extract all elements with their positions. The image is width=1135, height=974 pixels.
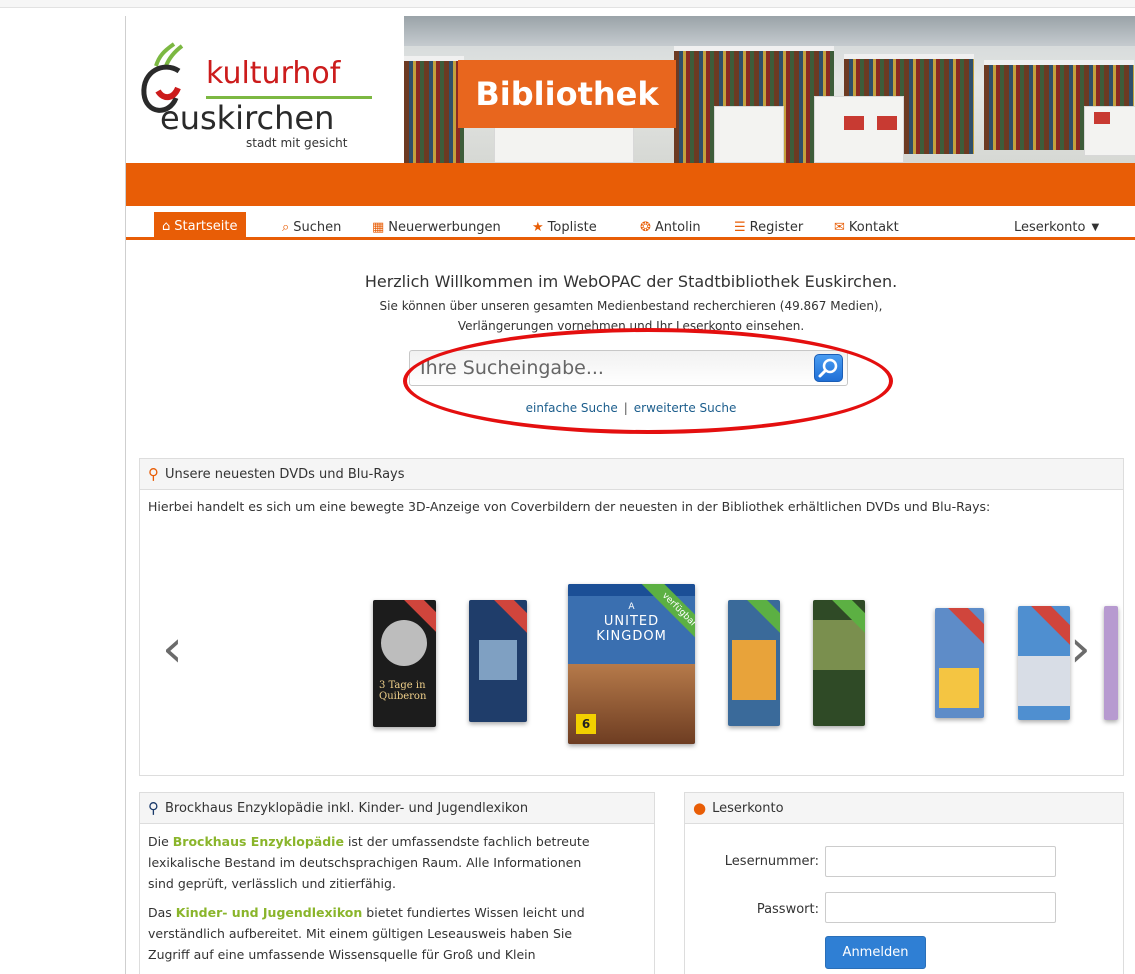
- leserkonto-panel-header: ● Leserkonto: [685, 793, 1123, 824]
- dvd-cover[interactable]: 3 Tage in Quiberon: [373, 600, 436, 727]
- nav-label: Kontakt: [848, 219, 899, 235]
- cover-title: 3 Tage in Quiberon: [379, 680, 427, 702]
- login-button[interactable]: Anmelden: [825, 936, 926, 969]
- featured-title-line-2: KINGDOM: [596, 629, 667, 644]
- library-banner-image: Bibliothek: [404, 16, 1135, 163]
- brockhaus-panel-header: ⚲ Brockhaus Enzyklopädie inkl. Kinder- u…: [140, 793, 654, 824]
- search-icon: ⌕: [282, 219, 290, 235]
- jugendlexikon-link[interactable]: Kinder- und Jugendlexikon: [176, 905, 363, 920]
- nav-leserkonto-dropdown[interactable]: Leserkonto ▼: [1006, 214, 1107, 240]
- nav-label: Topliste: [547, 219, 597, 235]
- featured-dvd-cover[interactable]: A UNITED KINGDOM 6 verfügbar: [568, 584, 695, 744]
- carousel-prev-arrow[interactable]: ‹: [162, 619, 183, 679]
- passwort-label: Passwort:: [756, 902, 819, 917]
- brockhaus-paragraph-1: Die Brockhaus Enzyklopädie ist der umfas…: [148, 834, 590, 891]
- lesernummer-label: Lesernummer:: [724, 854, 819, 869]
- welcome-text: Sie können über unseren gesamten Medienb…: [326, 296, 936, 336]
- home-icon: ⌂: [162, 218, 171, 234]
- dvd-cover[interactable]: [728, 600, 780, 726]
- search-input[interactable]: [410, 351, 810, 385]
- site-header: kulturhof euskirchen stadt mit gesicht B…: [126, 16, 1135, 163]
- nav-label: Antolin: [654, 219, 701, 235]
- search-icon: [818, 358, 838, 378]
- dvd-panel: ⚲ Unsere neuesten DVDs und Blu-Rays Hier…: [139, 458, 1124, 776]
- logo-kulturhof-text: kulturhof: [206, 56, 341, 91]
- age-rating-badge: 6: [576, 714, 596, 734]
- search-button[interactable]: [814, 354, 843, 382]
- search-box: [409, 350, 848, 386]
- dvd-cover[interactable]: [935, 608, 984, 718]
- list-icon: ☰: [734, 219, 746, 235]
- dvd-panel-title: Unsere neuesten DVDs und Blu-Rays: [165, 466, 405, 482]
- search-mode-links: einfache Suche | erweiterte Suche: [126, 401, 1135, 415]
- logo-tagline: stadt mit gesicht: [246, 136, 348, 150]
- page-container: kulturhof euskirchen stadt mit gesicht B…: [125, 16, 1135, 974]
- dvd-cover[interactable]: [1104, 606, 1118, 720]
- dvd-description: Hierbei handelt es sich um eine bewegte …: [148, 499, 991, 514]
- carousel-next-arrow[interactable]: ›: [1070, 619, 1091, 679]
- header-orange-bar: [126, 163, 1135, 206]
- nav-antolin[interactable]: ❂ Antolin: [632, 214, 709, 240]
- welcome-title: Herzlich Willkommen im WebOPAC der Stadt…: [364, 272, 898, 291]
- nav-kontakt[interactable]: ✉ Kontakt: [826, 214, 907, 240]
- star-icon: ★: [532, 219, 544, 235]
- lesernummer-input[interactable]: [825, 846, 1056, 877]
- leserkonto-panel-title: Leserkonto: [712, 800, 784, 816]
- banner-title: Bibliothek: [458, 60, 676, 128]
- user-icon: ●: [693, 799, 707, 817]
- envelope-icon: ✉: [834, 219, 845, 235]
- leserkonto-panel: ● Leserkonto Lesernummer: Passwort: Anme…: [684, 792, 1124, 974]
- dvd-cover[interactable]: [813, 600, 865, 726]
- nav-label: Leserkonto: [1014, 219, 1086, 235]
- welcome-line-1: Sie können über unseren gesamten Medienb…: [379, 299, 883, 313]
- chevron-down-icon: ▼: [1091, 221, 1100, 233]
- logo-city-text: euskirchen: [160, 99, 335, 137]
- nav-neuerwerbungen[interactable]: ▦ Neuerwerbungen: [364, 214, 509, 240]
- browser-top-strip: [0, 0, 1135, 8]
- brockhaus-panel-title: Brockhaus Enzyklopädie inkl. Kinder- und…: [165, 800, 529, 816]
- brockhaus-paragraph-2: Das Kinder- und Jugendlexikon bietet fun…: [148, 905, 585, 962]
- nav-label: Suchen: [293, 219, 342, 235]
- search-icon: ⚲: [148, 465, 159, 483]
- nav-startseite[interactable]: ⌂ Startseite: [154, 212, 246, 240]
- site-logo[interactable]: kulturhof euskirchen stadt mit gesicht: [126, 16, 404, 163]
- brockhaus-panel: ⚲ Brockhaus Enzyklopädie inkl. Kinder- u…: [139, 792, 655, 974]
- brockhaus-link[interactable]: Brockhaus Enzyklopädie: [173, 834, 344, 849]
- nav-label: Startseite: [174, 218, 238, 234]
- nav-register[interactable]: ☰ Register: [726, 214, 811, 240]
- passwort-input[interactable]: [825, 892, 1056, 923]
- main-nav: ⌂ Startseite ⌕ Suchen ▦ Neuerwerbungen ★…: [126, 206, 1135, 240]
- search-icon: ⚲: [148, 799, 159, 817]
- lifebuoy-icon: ❂: [640, 219, 651, 235]
- dvd-panel-header: ⚲ Unsere neuesten DVDs und Blu-Rays: [140, 459, 1123, 490]
- link-separator: |: [623, 401, 628, 415]
- dvd-cover[interactable]: [1018, 606, 1070, 720]
- nav-label: Neuerwerbungen: [388, 219, 501, 235]
- simple-search-link[interactable]: einfache Suche: [526, 401, 618, 415]
- nav-suchen[interactable]: ⌕ Suchen: [274, 214, 349, 240]
- dvd-cover[interactable]: [469, 600, 527, 722]
- nav-topliste[interactable]: ★ Topliste: [524, 214, 605, 240]
- calendar-icon: ▦: [372, 219, 385, 235]
- nav-label: Register: [749, 219, 804, 235]
- advanced-search-link[interactable]: erweiterte Suche: [634, 401, 737, 415]
- welcome-line-2: Verlängerungen vornehmen und Ihr Leserko…: [457, 319, 805, 333]
